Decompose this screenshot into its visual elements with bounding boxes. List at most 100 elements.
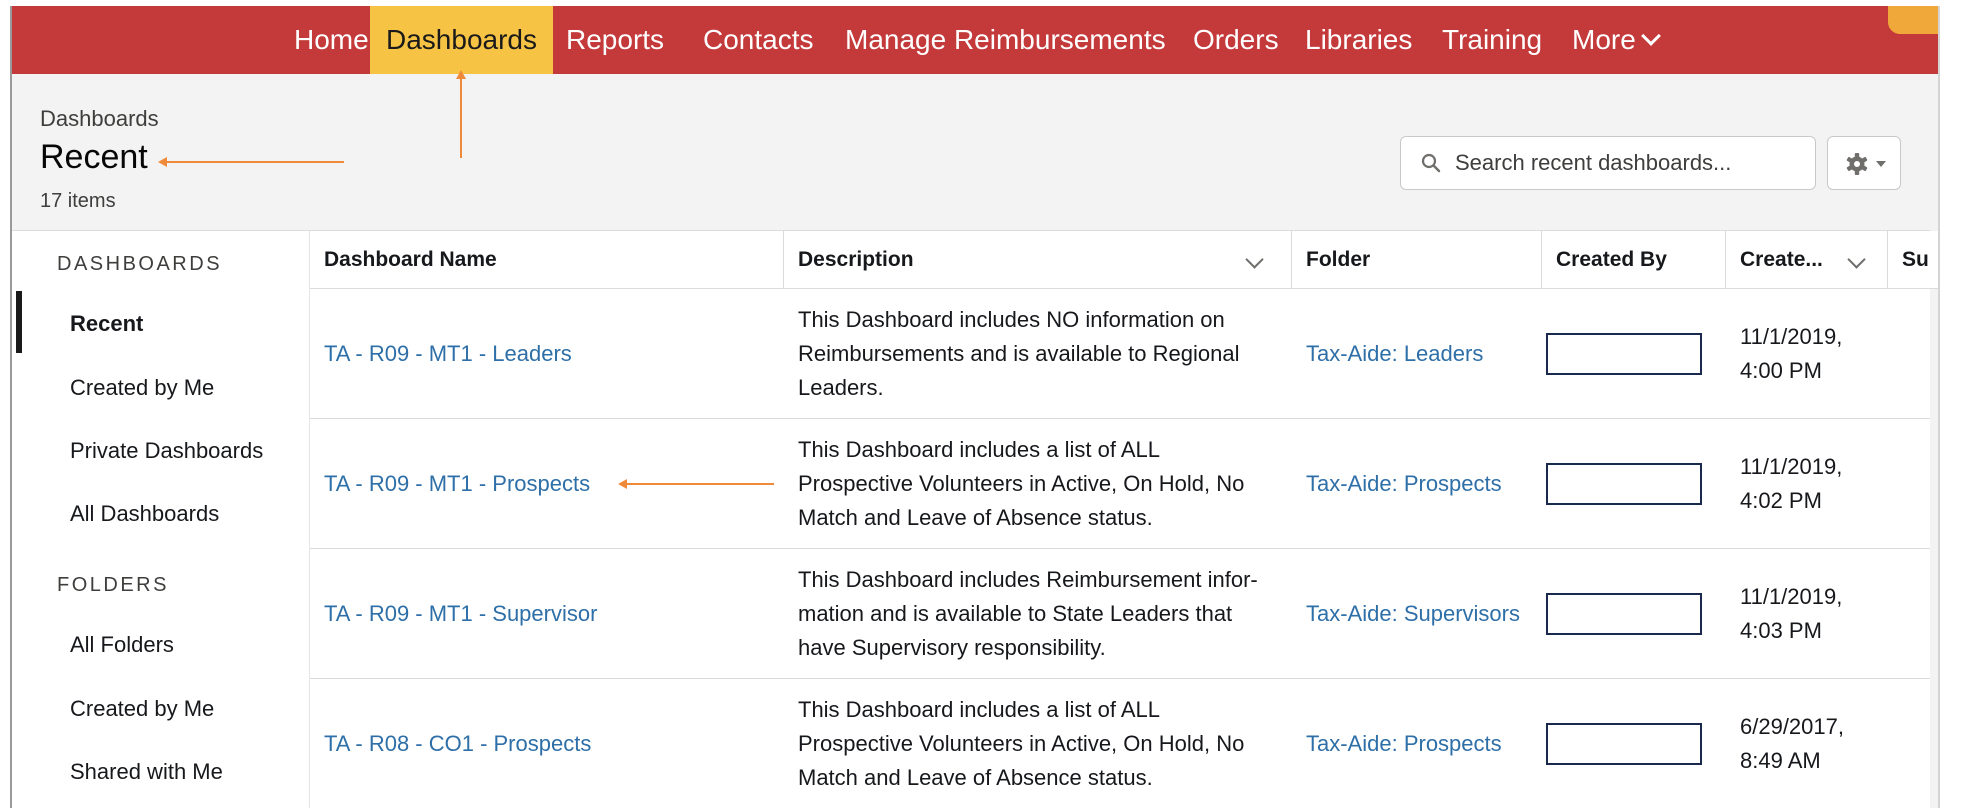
created-time-line: 4:03 PM	[1740, 617, 1822, 643]
created-time-line: 4:02 PM	[1740, 487, 1822, 513]
nav-item-home[interactable]: Home	[278, 6, 385, 74]
nav-corner-tab	[1888, 6, 1938, 34]
created-time-line: 8:49 AM	[1740, 747, 1821, 773]
column-header-label: Su	[1902, 248, 1929, 271]
sidebar-item-all-folders[interactable]: All Folders	[70, 632, 174, 658]
created-time-line: 4:00 PM	[1740, 357, 1822, 383]
settings-button[interactable]	[1827, 136, 1901, 190]
description-line: Match and Leave of Absence status.	[798, 764, 1153, 790]
folder-link[interactable]: Tax-Aide: Prospects	[1306, 731, 1502, 757]
gear-icon	[1846, 153, 1868, 175]
created-date-line: 11/1/2019,	[1740, 453, 1843, 479]
nav-item-libraries[interactable]: Libraries	[1289, 6, 1428, 74]
description-line: Match and Leave of Absence status.	[798, 504, 1153, 530]
column-header-created-date[interactable]: Create...	[1726, 231, 1888, 289]
nav-item-orders[interactable]: Orders	[1177, 6, 1295, 74]
nav-item-training[interactable]: Training	[1426, 6, 1558, 74]
folder-cell: Tax-Aide: Prospects	[1292, 679, 1502, 808]
sidebar-item-created-by-me[interactable]: Created by Me	[70, 375, 214, 401]
redacted-box	[1546, 722, 1702, 765]
column-header-created-by[interactable]: Created By	[1542, 231, 1726, 289]
column-header-dashboard-name[interactable]: Dashboard Name	[310, 231, 784, 289]
column-header-description[interactable]: Description	[784, 231, 1292, 289]
nav-item-reports[interactable]: Reports	[550, 6, 680, 74]
annotation-arrowhead-dashboards	[456, 70, 466, 79]
created-date-line: 11/1/2019,	[1740, 583, 1843, 609]
created-date-text: 11/1/2019, 4:00 PM	[1740, 320, 1880, 388]
folder-cell: Tax-Aide: Leaders	[1292, 289, 1483, 418]
created-date-cell: 11/1/2019, 4:02 PM	[1726, 419, 1880, 548]
description-line: mation and is available to State Leaders…	[798, 600, 1233, 626]
folder-link[interactable]: Tax-Aide: Supervisors	[1306, 601, 1520, 627]
dashboard-link[interactable]: TA - R09 - MT1 - Prospects	[324, 471, 590, 497]
table-row: TA - R09 - MT1 - Leaders This Dashboard …	[310, 289, 1930, 419]
nav-item-more[interactable]: More	[1556, 6, 1674, 74]
description-cell: This Dashboard includes Reimbursement in…	[784, 549, 1278, 678]
chevron-down-icon[interactable]	[1245, 250, 1264, 269]
dashboard-link[interactable]: TA - R08 - CO1 - Prospects	[324, 731, 591, 757]
description-cell: This Dashboard includes a list of ALL Pr…	[784, 679, 1278, 808]
nav-item-manage-reimbursements[interactable]: Manage Reimbursements	[829, 6, 1182, 74]
created-date-text: 11/1/2019, 4:02 PM	[1740, 450, 1880, 518]
sidebar-active-indicator	[16, 291, 22, 353]
column-header-label: Created By	[1556, 248, 1667, 271]
description-text: This Dashboard includes a list of ALL Pr…	[798, 693, 1278, 795]
dashboard-link[interactable]: TA - R09 - MT1 - Supervisor	[324, 601, 597, 627]
sidebar-item-recent[interactable]: Recent	[70, 311, 143, 337]
description-cell: This Dashboard includes NO information o…	[784, 289, 1278, 418]
folder-cell: Tax-Aide: Supervisors	[1292, 549, 1520, 678]
folder-link[interactable]: Tax-Aide: Leaders	[1306, 341, 1483, 367]
redacted-box	[1546, 332, 1702, 375]
dashboard-name-cell: TA - R09 - MT1 - Leaders	[310, 289, 572, 418]
table-row: TA - R08 - CO1 - Prospects This Dashboar…	[310, 679, 1930, 808]
nav-item-contacts[interactable]: Contacts	[687, 6, 830, 74]
created-by-cell	[1542, 679, 1702, 808]
annotation-arrow-dashboards	[460, 78, 462, 158]
nav-more-label: More	[1572, 24, 1636, 55]
sidebar-item-shared-with-me[interactable]: Shared with Me	[70, 759, 223, 785]
main-content: DASHBOARDS Recent Created by Me Private …	[12, 230, 1938, 808]
description-line: Prospective Volunteers in Active, On Hol…	[798, 470, 1245, 496]
sidebar-heading-folders: FOLDERS	[57, 574, 169, 596]
nav-item-dashboards[interactable]: Dashboards	[370, 6, 553, 74]
caret-down-icon	[1876, 161, 1886, 167]
sidebar-heading-dashboards: DASHBOARDS	[57, 253, 223, 275]
description-cell: This Dashboard includes a list of ALL Pr…	[784, 419, 1278, 548]
description-line: Prospective Volunteers in Active, On Hol…	[798, 730, 1245, 756]
sidebar-item-folders-created-by-me[interactable]: Created by Me	[70, 696, 214, 722]
annotation-arrowhead-recent	[158, 157, 167, 167]
table-row: TA - R09 - MT1 - Supervisor This Dashboa…	[310, 549, 1930, 679]
chevron-down-icon[interactable]	[1847, 250, 1866, 269]
chevron-down-icon	[1640, 26, 1661, 46]
dashboard-link[interactable]: TA - R09 - MT1 - Leaders	[324, 341, 572, 367]
created-date-cell: 11/1/2019, 4:03 PM	[1726, 549, 1880, 678]
description-line: This Dashboard includes NO information o…	[798, 306, 1225, 332]
folder-link[interactable]: Tax-Aide: Prospects	[1306, 471, 1502, 497]
annotation-arrowhead-prospects	[618, 479, 627, 489]
search-box[interactable]	[1400, 136, 1816, 190]
description-line: Leaders.	[798, 374, 884, 400]
redacted-box	[1546, 592, 1702, 635]
created-by-cell	[1542, 289, 1702, 418]
dashboard-name-cell: TA - R08 - CO1 - Prospects	[310, 679, 591, 808]
sidebar-item-private-dashboards[interactable]: Private Dashboards	[70, 438, 263, 464]
annotation-arrow-prospects	[624, 483, 774, 485]
column-header-subscribed[interactable]: Su	[1888, 231, 1938, 289]
search-input[interactable]	[1455, 137, 1805, 189]
column-header-label: Folder	[1306, 248, 1371, 271]
table-row: TA - R09 - MT1 - Prospects This Dashboar…	[310, 419, 1930, 549]
app-window: Home Dashboards Reports Contacts Manage …	[10, 6, 1940, 808]
redacted-box	[1546, 462, 1702, 505]
dashboard-name-cell: TA - R09 - MT1 - Supervisor	[310, 549, 597, 678]
dashboard-name-cell: TA - R09 - MT1 - Prospects	[310, 419, 590, 548]
description-line: This Dashboard includes a list of ALL	[798, 436, 1160, 462]
created-by-cell	[1542, 419, 1702, 548]
created-date-cell: 11/1/2019, 4:00 PM	[1726, 289, 1880, 418]
sidebar-item-all-dashboards[interactable]: All Dashboards	[70, 501, 219, 527]
column-header-folder[interactable]: Folder	[1292, 231, 1542, 289]
item-count: 17 items	[40, 190, 116, 212]
breadcrumb: Dashboards	[40, 106, 159, 131]
folder-cell: Tax-Aide: Prospects	[1292, 419, 1502, 548]
top-navbar: Home Dashboards Reports Contacts Manage …	[12, 6, 1938, 74]
created-date-text: 6/29/2017, 8:49 AM	[1740, 710, 1880, 778]
